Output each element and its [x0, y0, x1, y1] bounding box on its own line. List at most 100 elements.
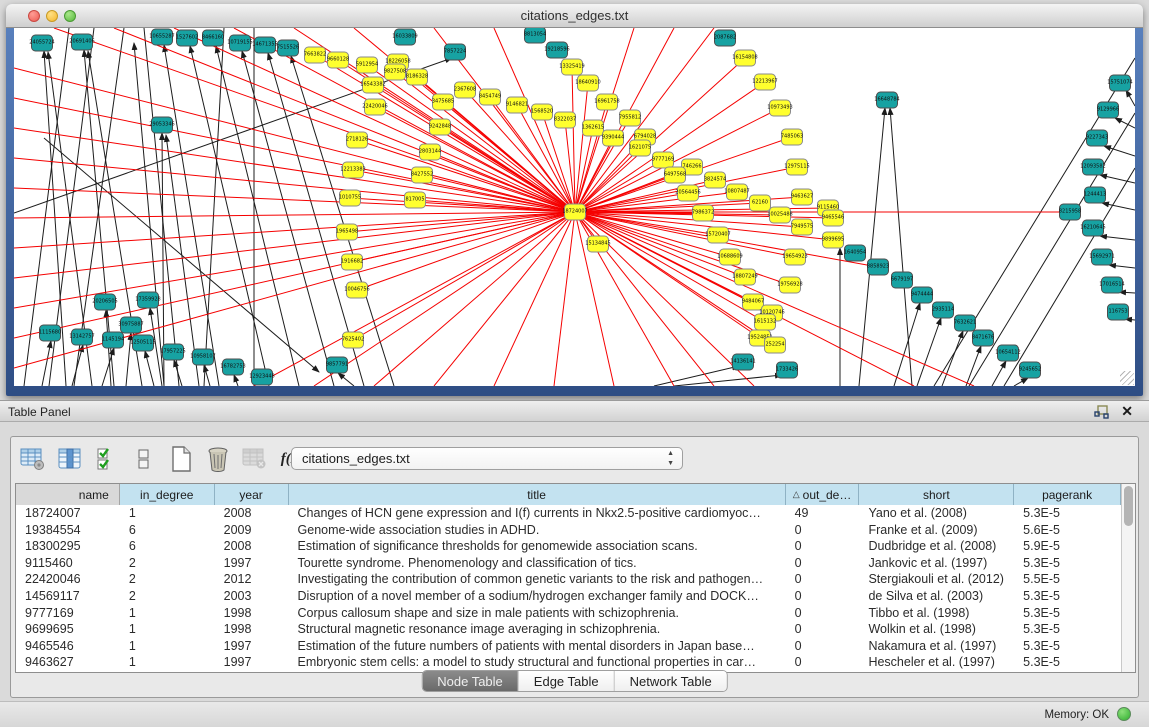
column-header-pagerank[interactable]: pagerank	[1014, 484, 1121, 505]
graph-node[interactable]: 16648784	[874, 92, 899, 108]
table-cell[interactable]: 2	[120, 571, 215, 588]
graph-node[interactable]: 3824574	[704, 172, 726, 188]
delete-table-disabled-icon[interactable]	[241, 445, 269, 473]
graph-node[interactable]: 10973493	[767, 100, 792, 116]
graph-node[interactable]: 9146821	[506, 97, 528, 113]
network-view-canvas[interactable]: 1872400776638229660128591295418226058165…	[14, 28, 1135, 386]
graph-node[interactable]: 9390444	[602, 130, 624, 146]
graph-node[interactable]: 12923448	[249, 369, 274, 385]
table-cell[interactable]: 2008	[215, 538, 289, 555]
table-cell[interactable]: 1	[120, 605, 215, 622]
graph-node[interactable]: 16033809	[392, 29, 417, 45]
table-cell[interactable]: Stergiakouli et al. (2012)	[859, 571, 1014, 588]
graph-node[interactable]: 10688609	[717, 249, 742, 265]
column-header-short[interactable]: short	[859, 484, 1014, 505]
table-cell[interactable]: 0	[786, 522, 860, 539]
graph-node[interactable]: 1244413	[1084, 187, 1106, 203]
graph-node[interactable]: 7986372	[692, 205, 714, 221]
table-row[interactable]: 969969511998Structural magnetic resonanc…	[16, 621, 1121, 638]
graph-node[interactable]: 9899695	[822, 232, 844, 248]
table-cell[interactable]: Embryonic stem cells: a model to study s…	[289, 654, 786, 671]
table-cell[interactable]: 5.3E-5	[1014, 638, 1121, 655]
graph-node[interactable]: 8186328	[406, 69, 428, 85]
table-row[interactable]: 1456911722003Disruption of a novel membe…	[16, 588, 1121, 605]
graph-node[interactable]: 12975115	[784, 159, 809, 175]
graph-node[interactable]: 16154808	[732, 50, 757, 66]
graph-node[interactable]: 10046756	[344, 282, 369, 298]
graph-node[interactable]: 13142757	[69, 329, 94, 345]
table-cell[interactable]: 0	[786, 571, 860, 588]
table-row[interactable]: 1830029562008Estimation of significance …	[16, 538, 1121, 555]
table-cell[interactable]: 0	[786, 638, 860, 655]
graph-node[interactable]: 20691406	[69, 34, 94, 50]
graph-node[interactable]: 1527602	[176, 30, 198, 46]
graph-node[interactable]: 10958107	[190, 349, 215, 365]
graph-node[interactable]: 8454749	[479, 89, 501, 105]
graph-node[interactable]: 17359928	[135, 292, 160, 308]
tab-network-table[interactable]: Network Table	[615, 671, 727, 691]
graph-node[interactable]: 16543382	[360, 77, 385, 93]
table-cell[interactable]: Wolkin et al. (1998)	[859, 621, 1014, 638]
graph-node[interactable]: 1621075	[629, 140, 651, 156]
table-cell[interactable]: 5.3E-5	[1014, 588, 1121, 605]
table-cell[interactable]: 5.9E-5	[1014, 538, 1121, 555]
table-cell[interactable]: 5.3E-5	[1014, 654, 1121, 671]
table-cell[interactable]: 9465546	[16, 638, 120, 655]
network-graph[interactable]: 1872400776638229660128591295418226058165…	[14, 28, 1135, 386]
graph-node[interactable]: 13325419	[559, 59, 584, 75]
graph-node[interactable]: 20206505	[92, 294, 117, 310]
graph-node[interactable]: 9242848	[429, 119, 451, 135]
graph-node[interactable]: 3475685	[432, 94, 454, 110]
table-cell[interactable]: 2012	[215, 571, 289, 588]
table-row[interactable]: 911546021997Tourette syndrome. Phenomeno…	[16, 555, 1121, 572]
table-settings-icon[interactable]	[19, 445, 47, 473]
table-cell[interactable]: 2008	[215, 505, 289, 522]
graph-node[interactable]: 19756928	[777, 277, 802, 293]
graph-node[interactable]: 24055724	[29, 35, 54, 51]
table-cell[interactable]: 0	[786, 538, 860, 555]
table-cell[interactable]: Nakamura et al. (1997)	[859, 638, 1014, 655]
table-cell[interactable]: Structural magnetic resonance image aver…	[289, 621, 786, 638]
table-cell[interactable]: Estimation of the future numbers of pati…	[289, 638, 786, 655]
table-cell[interactable]: 2003	[215, 588, 289, 605]
table-cell[interactable]: Changes of HCN gene expression and I(f) …	[289, 505, 786, 522]
graph-node[interactable]: 22420046	[362, 99, 387, 115]
graph-node[interactable]: 17957225	[160, 344, 185, 360]
table-cell[interactable]: 1	[120, 621, 215, 638]
table-cell[interactable]: 9115460	[16, 555, 120, 572]
graph-node[interactable]: 9777169	[652, 152, 674, 168]
table-cell[interactable]: 18724007	[16, 505, 120, 522]
table-cell[interactable]: 1	[120, 505, 215, 522]
table-row[interactable]: 1938455462009Genome-wide association stu…	[16, 522, 1121, 539]
graph-node[interactable]: 2718126	[346, 132, 368, 148]
graph-node[interactable]: 15751074	[1107, 75, 1132, 91]
graph-node[interactable]: 9484067	[742, 294, 764, 310]
graph-node[interactable]: 9465546	[822, 210, 844, 226]
table-cell[interactable]: 6	[120, 522, 215, 539]
graph-node[interactable]: 8322037	[554, 112, 576, 128]
column-header-title[interactable]: title	[289, 484, 786, 505]
graph-node[interactable]: 7857224	[444, 44, 466, 60]
graph-node[interactable]: 15134845	[585, 236, 610, 252]
tab-edge-table[interactable]: Edge Table	[519, 671, 615, 691]
new-document-icon[interactable]	[167, 445, 195, 473]
graph-node[interactable]: 6679197	[891, 272, 913, 288]
graph-node[interactable]: 16782753	[220, 359, 245, 375]
table-cell[interactable]: 9463627	[16, 654, 120, 671]
table-cell[interactable]: 1997	[215, 638, 289, 655]
table-row[interactable]: 2242004622012Investigating the contribut…	[16, 571, 1121, 588]
graph-node[interactable]: 18807249	[732, 269, 757, 285]
table-cell[interactable]: 0	[786, 555, 860, 572]
graph-node[interactable]: 7949575	[791, 219, 813, 235]
graph-node[interactable]: 1640954	[844, 245, 866, 261]
memory-status-icon[interactable]	[1117, 707, 1131, 721]
table-cell[interactable]: Hescheler et al. (1997)	[859, 654, 1014, 671]
graph-node[interactable]: 7485063	[781, 129, 803, 145]
table-cell[interactable]: 2	[120, 555, 215, 572]
graph-node[interactable]: 7955812	[619, 110, 641, 126]
graph-node[interactable]: 9129966	[1097, 102, 1119, 118]
graph-node[interactable]: 30975887	[118, 317, 143, 333]
select-rows-icon[interactable]	[93, 445, 121, 473]
column-header-in-degree[interactable]: in_degree	[120, 484, 215, 505]
resize-grip[interactable]	[1120, 371, 1134, 385]
